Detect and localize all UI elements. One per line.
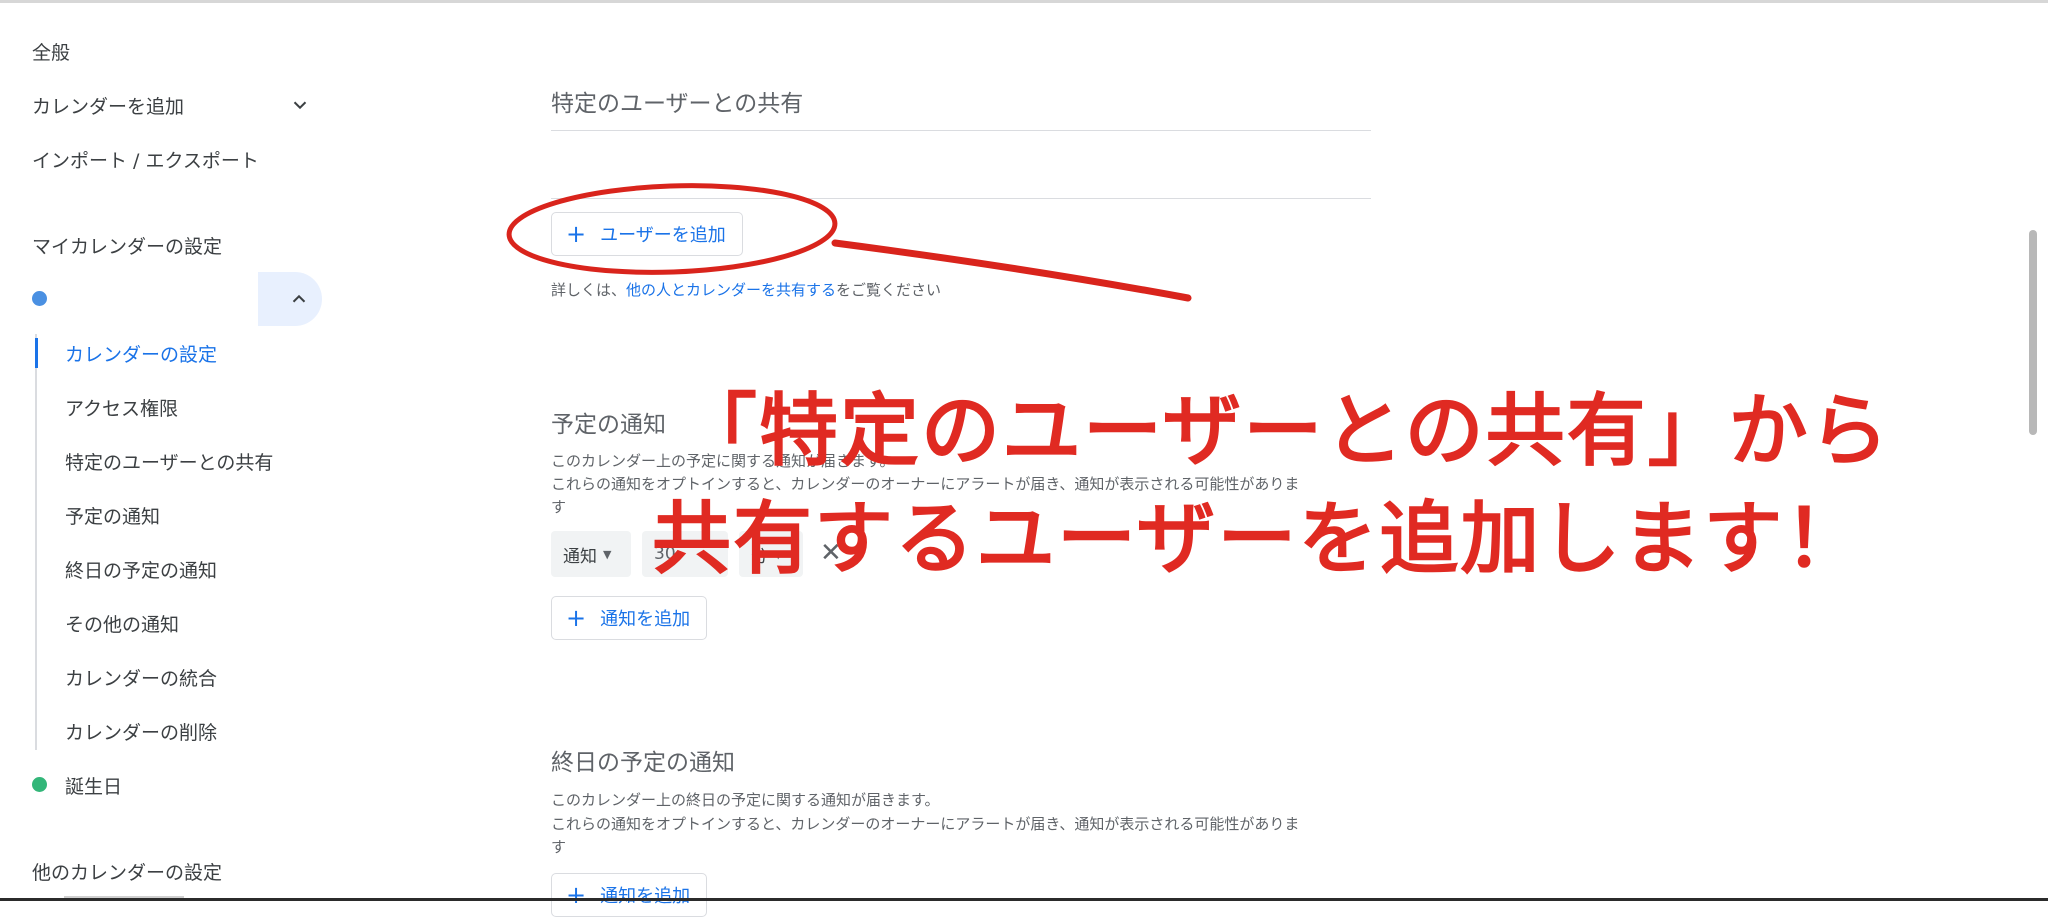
highlight-ellipse: [506, 183, 838, 275]
annotation-line-1: 「特定のユーザーとの共有」から: [678, 385, 1891, 477]
annotation-line-2: 共有するユーザーを追加します！: [652, 493, 1866, 585]
pointer-line: [831, 239, 1192, 302]
